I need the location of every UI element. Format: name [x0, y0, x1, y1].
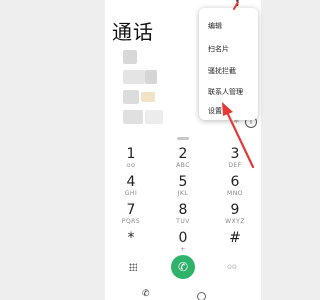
key-letters: ᴑᴑ — [126, 162, 136, 169]
contact-avatar-blurred[interactable] — [123, 110, 143, 124]
menu-item-contact-management[interactable]: 联系人管理 — [208, 87, 243, 97]
key-letters: PQRS — [121, 218, 141, 225]
key-2[interactable]: 2 ABC — [157, 146, 209, 176]
key-5[interactable]: 5 JKL — [157, 174, 209, 204]
key-letters: + — [180, 246, 186, 253]
key-digit: * — [127, 230, 135, 246]
key-digit: 9 — [230, 202, 240, 218]
phone-icon: ✆ — [177, 260, 189, 274]
key-digit: 8 — [178, 202, 188, 218]
overflow-menu: 编辑 扫名片 骚扰拦截 联系人管理 设置 — [199, 8, 258, 120]
contact-detail-blurred — [145, 70, 157, 84]
key-digit: 6 — [230, 174, 240, 190]
key-letters: WXYZ — [225, 218, 245, 225]
contact-avatar-blurred[interactable] — [123, 50, 137, 64]
bottom-nav-phone-icon[interactable]: ✆ — [142, 289, 150, 299]
key-6[interactable]: 6 MNO — [209, 174, 261, 204]
key-letters: TUV — [176, 218, 190, 225]
key-digit: 5 — [178, 174, 188, 190]
menu-item-scan-card[interactable]: 扫名片 — [208, 44, 229, 54]
contact-detail-blurred — [145, 110, 163, 124]
key-7[interactable]: 7 PQRS — [105, 202, 157, 232]
key-letters: DEF — [228, 162, 242, 169]
menu-item-harassment-block[interactable]: 骚扰拦截 — [208, 66, 236, 76]
voicemail-icon[interactable]: oo — [227, 263, 237, 271]
menu-item-settings[interactable]: 设置 — [208, 106, 222, 116]
key-letters: GHI — [124, 190, 138, 197]
key-digit: 0 — [178, 230, 188, 246]
key-letters: MNO — [227, 190, 243, 197]
key-digit: 2 — [178, 146, 188, 162]
key-letters: JKL — [177, 190, 189, 197]
key-9[interactable]: 9 WXYZ — [209, 202, 261, 232]
menu-item-edit[interactable]: 编辑 — [208, 21, 222, 31]
key-digit: 7 — [126, 202, 136, 218]
key-4[interactable]: 4 GHI — [105, 174, 157, 204]
page-title: 通话 — [112, 20, 154, 44]
key-digit: 3 — [230, 146, 240, 162]
keypad-collapse-handle[interactable] — [177, 137, 189, 140]
key-8[interactable]: 8 TUV — [157, 202, 209, 232]
key-star[interactable]: * — [105, 230, 157, 260]
key-letters: ABC — [176, 162, 190, 169]
contact-avatar-blurred[interactable] — [123, 90, 139, 104]
dialpad-grid-icon[interactable] — [129, 263, 137, 271]
more-vertical-icon[interactable]: • • — [235, 0, 240, 10]
contact-name-blurred[interactable] — [123, 70, 145, 84]
key-3[interactable]: 3 DEF — [209, 146, 261, 176]
key-hash[interactable]: # — [209, 230, 261, 260]
key-digit: # — [229, 230, 241, 246]
bottom-nav-contacts-icon[interactable] — [197, 292, 206, 300]
call-button[interactable]: ✆ — [171, 255, 195, 279]
key-digit: 1 — [126, 146, 136, 162]
key-digit: 4 — [126, 174, 136, 190]
key-1[interactable]: 1 ᴑᴑ — [105, 146, 157, 176]
contact-detail-blurred — [141, 92, 155, 102]
